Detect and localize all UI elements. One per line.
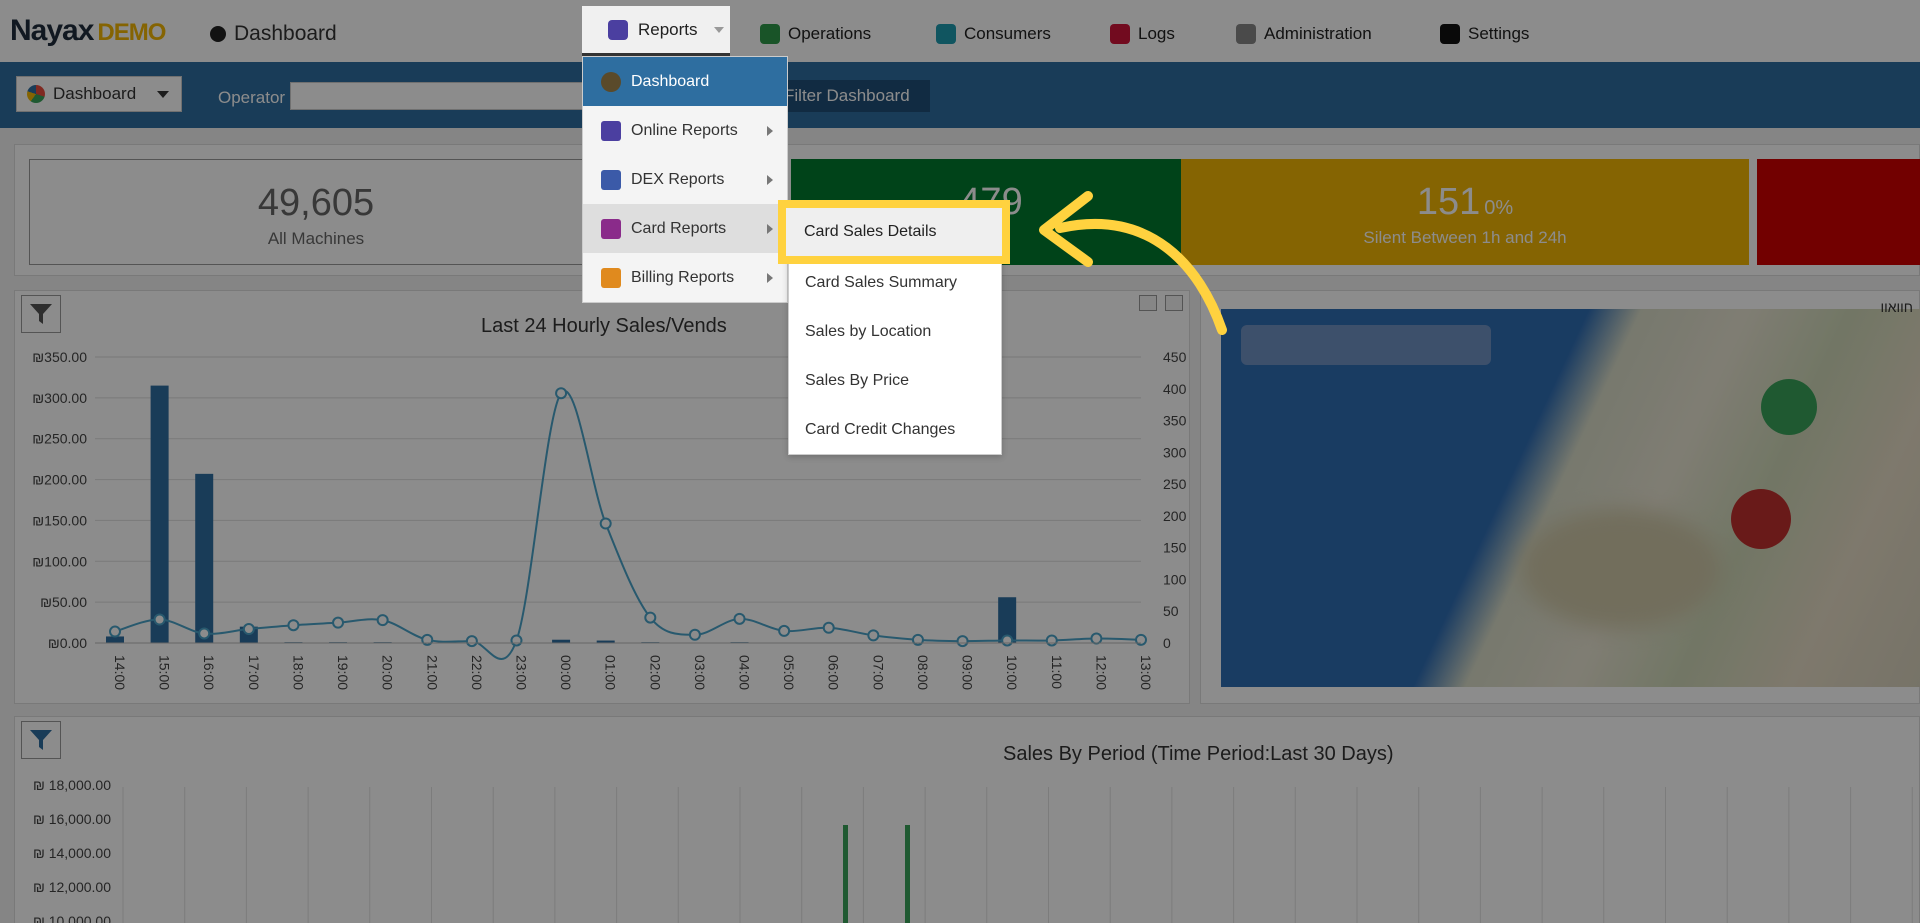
submenu-item-label: Sales by Location bbox=[805, 322, 932, 340]
menu-item-label: DEX Reports bbox=[631, 170, 725, 188]
submenu-item-sales-by-location[interactable]: Sales by Location bbox=[789, 307, 1001, 356]
card-reports-icon bbox=[601, 218, 621, 239]
dashboard-icon bbox=[601, 71, 621, 92]
chevron-right-icon bbox=[767, 174, 773, 185]
tutorial-arrow-icon bbox=[1039, 191, 1227, 335]
submenu-item-card-credit-changes[interactable]: Card Credit Changes bbox=[789, 405, 1001, 454]
menu-item-label: Card Reports bbox=[631, 219, 727, 237]
tutorial-dim-overlay bbox=[0, 0, 1920, 923]
reports-icon bbox=[608, 19, 628, 40]
nav-label: Reports bbox=[638, 19, 698, 39]
billing-reports-icon bbox=[601, 267, 621, 288]
chevron-right-icon bbox=[767, 125, 773, 136]
menu-item-dex-reports[interactable]: DEX Reports bbox=[583, 155, 787, 204]
tutorial-highlight-box bbox=[778, 200, 1010, 264]
submenu-item-label: Card Credit Changes bbox=[805, 420, 956, 438]
menu-item-label: Dashboard bbox=[631, 72, 710, 90]
submenu-item-sales-by-price[interactable]: Sales By Price bbox=[789, 356, 1001, 405]
dex-reports-icon bbox=[601, 169, 621, 190]
submenu-item-label: Sales By Price bbox=[805, 371, 910, 389]
nav-reports[interactable]: Reports bbox=[582, 6, 730, 56]
online-reports-icon bbox=[601, 120, 621, 141]
chevron-down-icon bbox=[713, 26, 724, 33]
chevron-right-icon bbox=[767, 272, 773, 283]
submenu-item-label: Card Sales Summary bbox=[805, 273, 958, 291]
menu-item-label: Billing Reports bbox=[631, 268, 735, 286]
menu-item-online-reports[interactable]: Online Reports bbox=[583, 106, 787, 155]
menu-item-billing-reports[interactable]: Billing Reports bbox=[583, 253, 787, 302]
chevron-right-icon bbox=[767, 223, 773, 234]
submenu-item-card-sales-summary[interactable]: Card Sales Summary bbox=[789, 258, 1001, 307]
reports-dropdown-menu: Dashboard Online Reports DEX Reports Car… bbox=[582, 56, 788, 303]
menu-item-card-reports[interactable]: Card Reports bbox=[583, 204, 787, 253]
menu-item-label: Online Reports bbox=[631, 121, 738, 139]
menu-item-dashboard[interactable]: Dashboard bbox=[583, 57, 787, 106]
